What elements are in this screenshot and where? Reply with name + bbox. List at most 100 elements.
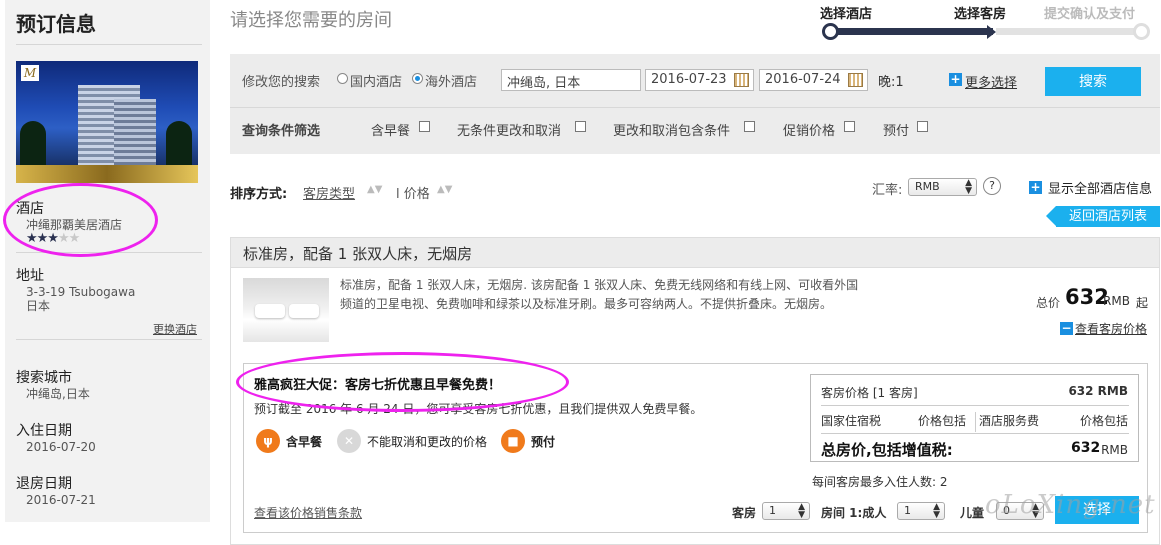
select-arrows-icon: ▲ ▼: [798, 502, 805, 520]
room-thumbnail[interactable]: [243, 278, 329, 342]
city-value: 冲绳岛,日本: [26, 387, 90, 401]
sidebar-title: 预订信息: [16, 12, 96, 36]
room-description: 标准房，配备 1 张双人床，无烟房. 该房配备 1 张双人床、免费无线网络和有线…: [340, 276, 860, 314]
checkin-input[interactable]: 2016-07-23: [645, 69, 754, 91]
filter-conditional-cancel-checkbox[interactable]: [744, 121, 755, 132]
domestic-radio[interactable]: [337, 73, 348, 84]
more-options-link[interactable]: 更多选择: [965, 72, 1017, 91]
room-title: 标准房，配备 1 张双人床，无烟房: [243, 245, 473, 263]
overseas-radio[interactable]: [412, 73, 423, 84]
service-fee-label: 酒店服务费: [979, 414, 1040, 428]
checkin-label: 入住日期: [16, 423, 72, 439]
nights-label: 晚:1: [878, 75, 904, 90]
sort-arrows-icon[interactable]: ▲▼: [367, 184, 382, 195]
domestic-label[interactable]: 国内酒店: [350, 71, 402, 90]
change-hotel-link[interactable]: 更换酒店: [153, 321, 197, 337]
currency-value: RMB: [915, 180, 940, 193]
view-room-prices-link[interactable]: 查看客房价格: [1075, 320, 1147, 337]
search-button[interactable]: 搜索: [1045, 67, 1141, 96]
modify-search-label: 修改您的搜索: [242, 75, 321, 90]
sort-label: 排序方式:: [230, 187, 288, 202]
feature-breakfast: 含早餐: [286, 435, 323, 449]
room-description-line: 频道的卫星电视、免费咖啡和绿茶以及标准牙刷。最多可容纳两人。不提供折叠床。无烟房…: [340, 297, 833, 311]
page-title: 请选择您需要的房间: [230, 10, 392, 31]
watermark: oLoXing.net: [985, 490, 1156, 520]
total-price-label: 总价: [1036, 296, 1061, 310]
city-label: 搜索城市: [16, 370, 72, 386]
show-all-hotel-info-link[interactable]: 显示全部酒店信息: [1048, 178, 1152, 197]
rooms-select[interactable]: 1 ▲ ▼: [762, 502, 810, 520]
room-price-label: 客房价格 [1 客房]: [821, 386, 918, 400]
filter-prepay-label[interactable]: 预付: [883, 120, 909, 139]
select-arrows-icon: ▲ ▼: [933, 502, 940, 520]
checkout-input[interactable]: 2016-07-24: [759, 69, 868, 91]
lock-icon: ■: [501, 429, 525, 453]
step-start-circle-icon: [822, 23, 839, 40]
address-line1: 3-3-19 Tsubogawa: [26, 285, 136, 299]
booking-sidebar: 预订信息 M 酒店 冲绳那覇美居酒店 ★★★★★ 地址 3-3-19 Tsubo…: [5, 0, 210, 522]
no-cancel-icon: ✕: [337, 429, 361, 453]
room-description-line: 标准房，配备 1 张双人床，无烟房. 该房配备 1 张双人床、免费无线网络和有线…: [340, 278, 859, 292]
progress-track-todo: [996, 28, 1142, 35]
divider: [16, 339, 202, 340]
filter-label: 查询条件筛选: [242, 124, 321, 139]
sort-separator: l: [396, 187, 400, 202]
step-select-room: 选择客房: [954, 7, 1007, 22]
feature-no-cancel: 不能取消和更改的价格: [367, 435, 488, 449]
step-end-circle-icon: [1133, 23, 1150, 40]
feature-prepay: 预付: [531, 435, 556, 449]
rooms-select-value: 1: [769, 504, 776, 517]
sort-price-label: 价格: [403, 187, 430, 202]
currency-select[interactable]: RMB ▲ ▼: [908, 178, 977, 196]
exchange-rate-label: 汇率:: [872, 183, 903, 198]
filter-promo-label[interactable]: 促销价格: [783, 120, 835, 139]
max-occupancy: 每间客房最多入住人数: 2: [812, 475, 948, 489]
filter-promo-checkbox[interactable]: [844, 121, 855, 132]
filter-prepay-checkbox[interactable]: [917, 121, 928, 132]
overseas-label[interactable]: 海外酒店: [425, 71, 477, 90]
adults-select-value: 1: [904, 504, 911, 517]
search-panel: 修改您的搜索 国内酒店 海外酒店 冲绳岛, 日本 2016-07-23 2016…: [230, 54, 1160, 154]
total-price-unit: RMB: [1103, 294, 1130, 308]
adults-select[interactable]: 1 ▲ ▼: [897, 502, 945, 520]
divider: [230, 107, 1160, 108]
tax-national-value: 价格包括: [918, 414, 967, 428]
grand-total-label: 总房价,包括增值税:: [821, 441, 953, 459]
checkout-label: 退房日期: [16, 476, 72, 492]
progress-track-done: [830, 28, 993, 35]
filter-conditional-cancel-label[interactable]: 更改和取消包含条件: [613, 120, 730, 139]
back-to-hotel-list-button[interactable]: 返回酒店列表: [1046, 206, 1160, 227]
calendar-icon[interactable]: [848, 73, 863, 87]
address-label: 地址: [16, 268, 44, 284]
filter-breakfast-checkbox[interactable]: [419, 121, 430, 132]
minus-icon[interactable]: −: [1060, 322, 1073, 335]
rate-terms-link[interactable]: 查看该价格销售条款: [254, 504, 362, 521]
help-icon[interactable]: ?: [983, 177, 1001, 195]
grand-total-unit: RMB: [1101, 443, 1128, 457]
sort-price-link[interactable]: l 价格: [396, 183, 430, 202]
checkin-input-value: 2016-07-23: [651, 72, 727, 87]
breakfast-icon: ψ: [256, 429, 280, 453]
room-price-value: 632 RMB: [1068, 384, 1128, 398]
sort-room-type-link[interactable]: 客房类型: [303, 183, 355, 202]
plus-icon[interactable]: +: [949, 73, 962, 86]
total-price-from: 起: [1136, 296, 1149, 310]
select-arrows-icon: ▲ ▼: [965, 178, 972, 196]
calendar-icon[interactable]: [734, 73, 749, 87]
filter-free-cancel-label[interactable]: 无条件更改和取消: [457, 120, 561, 139]
room1-adults-label: 房间 1:成人: [821, 506, 887, 520]
plus-icon[interactable]: +: [1029, 181, 1042, 194]
step-select-hotel: 选择酒店: [820, 7, 873, 22]
mercure-logo: M: [21, 65, 39, 81]
divider: [16, 44, 202, 45]
filter-free-cancel-checkbox[interactable]: [575, 121, 586, 132]
service-fee-value: 价格包括: [1079, 414, 1128, 428]
step-confirm-pay: 提交确认及支付: [1044, 7, 1136, 22]
sort-arrows-icon[interactable]: ▲▼: [437, 184, 452, 195]
progress-arrow-icon: [987, 25, 996, 39]
checkin-value: 2016-07-20: [26, 440, 96, 454]
destination-input[interactable]: 冲绳岛, 日本: [501, 69, 641, 91]
room-header: 标准房，配备 1 张双人床，无烟房: [231, 238, 1159, 268]
filter-breakfast-label[interactable]: 含早餐: [371, 120, 410, 139]
address-line2: 日本: [26, 299, 51, 313]
